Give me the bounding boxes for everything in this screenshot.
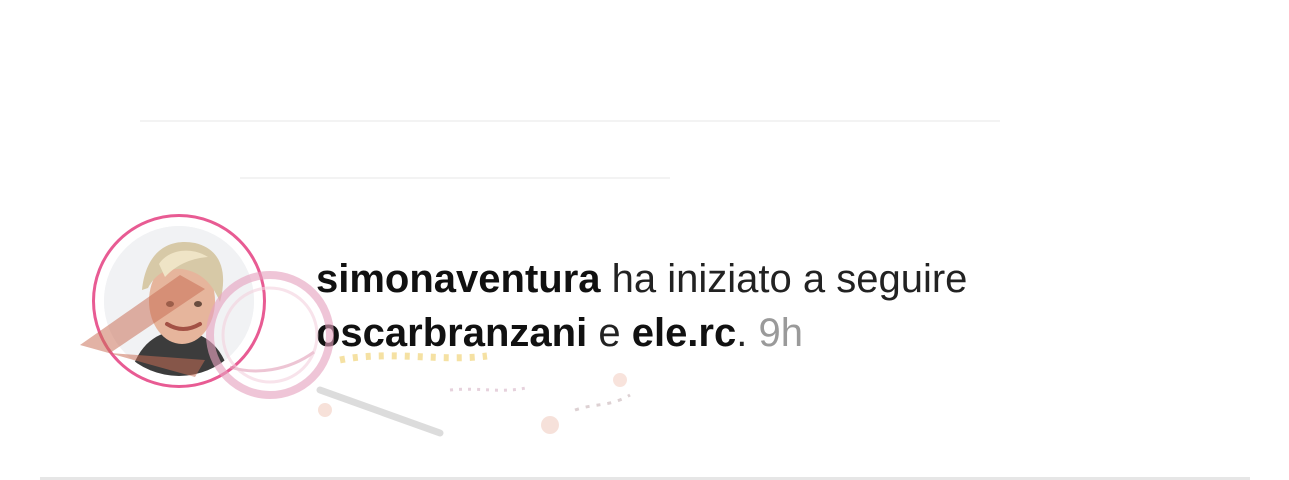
avatar-photo-icon — [104, 226, 254, 376]
actor-username-link[interactable]: simonaventura — [316, 257, 601, 301]
sentence-period: . — [736, 311, 748, 355]
notification-timestamp: 9h — [758, 311, 803, 355]
top-faint-divider — [140, 120, 1000, 122]
middle-faint-divider — [240, 177, 670, 179]
connector-text: e — [587, 311, 632, 355]
instagram-activity-screen: simonaventura ha iniziato a seguire osca… — [0, 0, 1289, 480]
follow-action-text: ha iniziato a seguire — [600, 257, 968, 301]
first-followed-username-link[interactable]: oscarbranzani — [316, 311, 587, 355]
profile-avatar-button[interactable] — [92, 214, 272, 394]
second-followed-username-link[interactable]: ele.rc — [632, 311, 737, 355]
follow-notification-row[interactable]: simonaventura ha iniziato a seguire osca… — [0, 190, 1289, 420]
notification-message: simonaventura ha iniziato a seguire osca… — [316, 252, 1076, 360]
profile-avatar[interactable] — [104, 226, 254, 376]
